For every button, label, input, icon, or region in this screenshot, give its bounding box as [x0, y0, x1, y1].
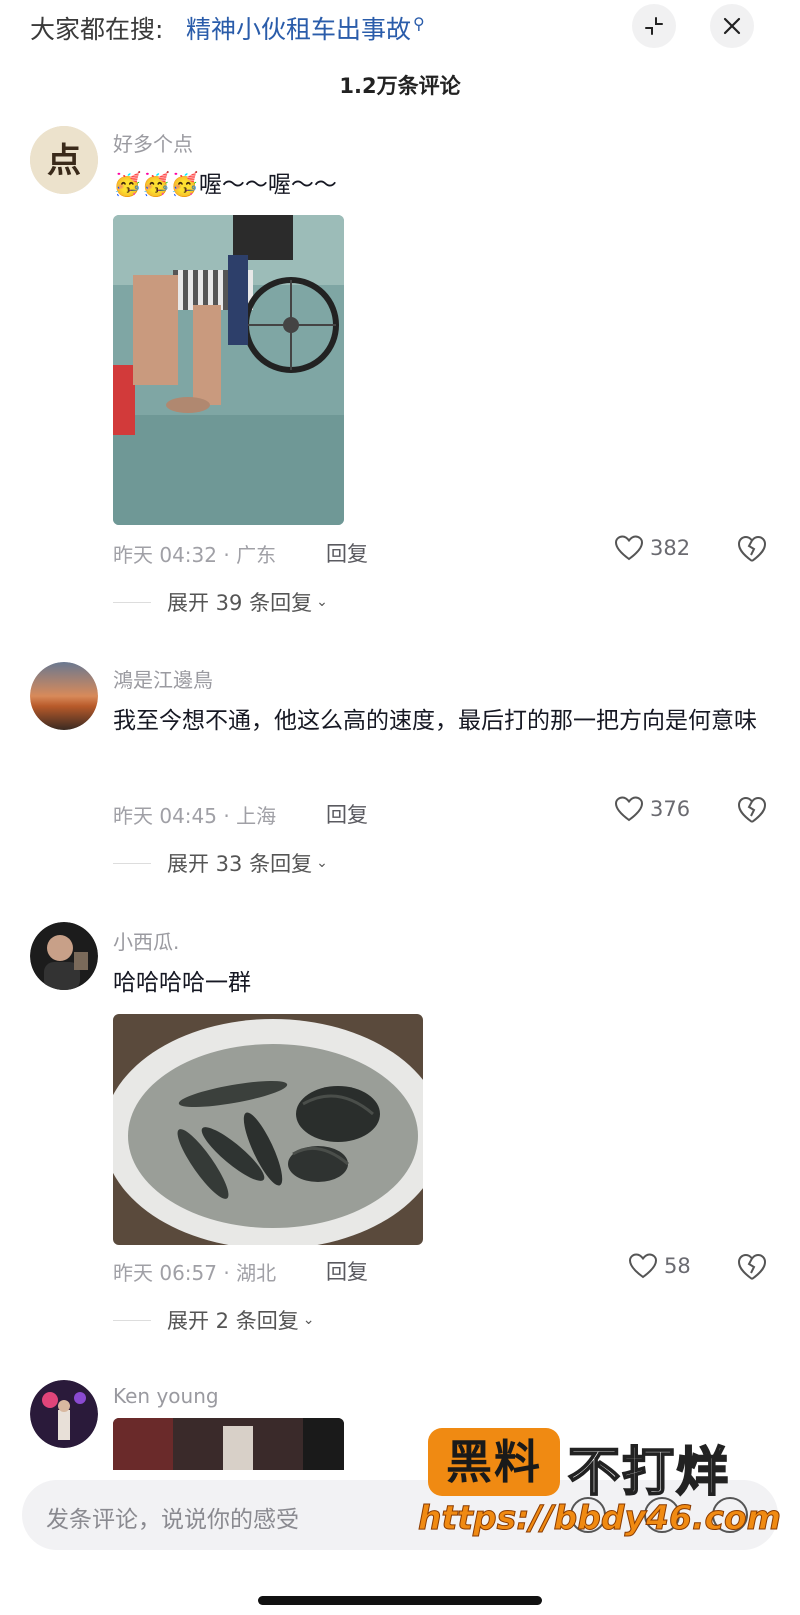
- expand-replies[interactable]: 展开 39 条回复 ⌄: [113, 587, 328, 617]
- watermark-url: https://bbdy46.com: [417, 1498, 782, 1538]
- close-icon: [723, 17, 741, 35]
- search-prefix: 大家都在搜:: [30, 15, 164, 44]
- watermark: 黑料 不打烊 https://bbdy46.com: [417, 1428, 798, 1548]
- dislike-icon[interactable]: [736, 795, 768, 825]
- expand-label: 展开 2 条回复: [167, 1309, 299, 1333]
- like-count: 376: [650, 797, 691, 821]
- like-button[interactable]: 58: [628, 1252, 691, 1280]
- comment-meta: 昨天 04:32 · 广东: [113, 543, 277, 567]
- comment-count: 1.2万条评论: [339, 74, 461, 98]
- dislike-icon[interactable]: [736, 1252, 768, 1282]
- trending-search-link[interactable]: 精神小伙租车出事故 ⚲: [186, 10, 425, 46]
- collapse-button[interactable]: [632, 4, 676, 48]
- top-bar: 大家都在搜: 精神小伙租车出事故 ⚲: [0, 0, 800, 56]
- close-button[interactable]: [710, 4, 754, 48]
- expand-replies[interactable]: 展开 33 条回复 ⌄: [113, 848, 328, 878]
- watermark-text: 不打烊: [567, 1442, 731, 1504]
- dislike-icon[interactable]: [736, 534, 768, 564]
- chevron-down-icon: ⌄: [316, 855, 328, 871]
- expand-label: 展开 39 条回复: [167, 591, 313, 615]
- avatar[interactable]: [30, 662, 98, 730]
- like-count: 58: [664, 1254, 691, 1278]
- comment-photo[interactable]: [113, 1418, 344, 1470]
- expand-replies[interactable]: 展开 2 条回复 ⌄: [113, 1305, 314, 1335]
- heart-icon: [614, 796, 644, 822]
- home-indicator[interactable]: [258, 1596, 542, 1605]
- like-count: 382: [650, 536, 691, 560]
- watermark-badge: 黑料: [428, 1428, 560, 1496]
- heart-icon: [628, 1253, 658, 1279]
- comment-text: 🥳🥳🥳喔～～喔～～: [113, 172, 337, 198]
- username[interactable]: 小西瓜.: [113, 926, 179, 955]
- reply-button[interactable]: 回复: [326, 1256, 368, 1286]
- avatar[interactable]: 点: [30, 126, 98, 194]
- reply-button[interactable]: 回复: [326, 538, 368, 568]
- avatar[interactable]: [30, 1380, 98, 1448]
- comment-input-placeholder: 发条评论，说说你的感受: [46, 1507, 299, 1533]
- like-button[interactable]: 382: [614, 534, 690, 562]
- comment-text: 我至今想不通，他这么高的速度，最后打的那一把方向是何意味: [113, 708, 757, 734]
- heart-icon: [614, 535, 644, 561]
- chevron-down-icon: ⌄: [316, 594, 328, 610]
- comment-meta: 昨天 06:57 · 湖北: [113, 1261, 277, 1285]
- avatar-glyph: 点: [47, 141, 81, 181]
- collapse-icon: [645, 17, 663, 35]
- comment-photo[interactable]: [113, 215, 344, 525]
- comment-text: 哈哈哈哈一群: [113, 970, 251, 996]
- search-icon: ⚲: [413, 13, 425, 33]
- reply-button[interactable]: 回复: [326, 799, 368, 829]
- username[interactable]: Ken young: [113, 1384, 219, 1408]
- trending-search-term: 精神小伙租车出事故: [186, 15, 412, 44]
- chevron-down-icon: ⌄: [302, 1312, 315, 1328]
- username[interactable]: 鴻是江邊鳥: [113, 664, 213, 693]
- avatar[interactable]: [30, 922, 98, 990]
- comment-photo[interactable]: [113, 1014, 423, 1245]
- like-button[interactable]: 376: [614, 795, 690, 823]
- comment-meta: 昨天 04:45 · 上海: [113, 804, 277, 828]
- expand-label: 展开 33 条回复: [167, 852, 313, 876]
- username[interactable]: 好多个点: [113, 128, 193, 157]
